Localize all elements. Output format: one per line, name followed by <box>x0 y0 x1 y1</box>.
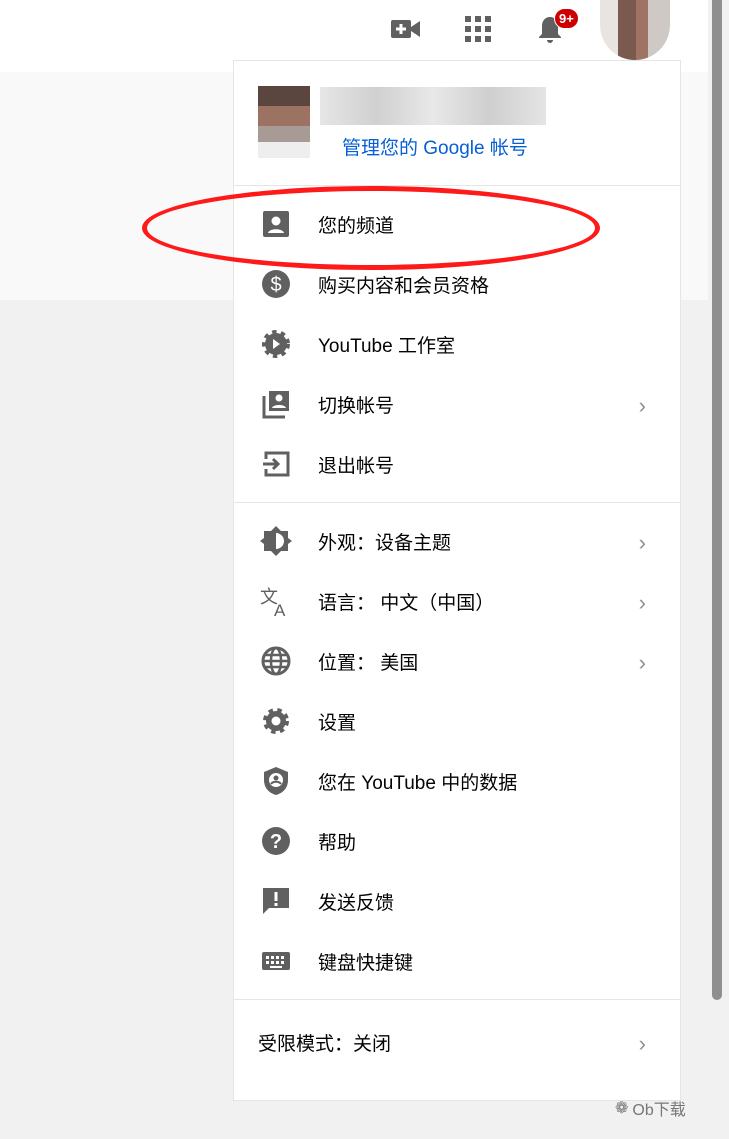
account-avatar <box>258 86 310 158</box>
svg-text:$: $ <box>270 274 281 296</box>
menu-item-sign-out[interactable]: 退出帐号 <box>234 434 680 494</box>
svg-text:?: ? <box>270 831 282 853</box>
menu-item-label: 帮助 <box>318 832 357 854</box>
account-menu: 管理您的 Google 帐号 您的频道 $ 购买内容和会员资格 YouTube 工作室… <box>233 60 681 1101</box>
appearance-icon <box>260 525 292 557</box>
menu-item-account-box[interactable]: 您的频道 <box>234 194 680 254</box>
watermark: ❁ Ob下载 <box>615 1100 686 1119</box>
create-video-icon[interactable] <box>391 14 421 44</box>
menu-item-switch-account[interactable]: 切换帐号 › <box>234 374 680 434</box>
feedback-icon <box>260 885 292 917</box>
account-header: 管理您的 Google 帐号 <box>234 61 680 186</box>
keyboard-icon <box>260 945 292 977</box>
menu-item-label: 设置 <box>318 712 357 734</box>
chevron-right-icon: › <box>638 1031 646 1056</box>
menu-item-label: 键盘快捷键 <box>318 952 414 974</box>
dollar-icon: $ <box>260 268 292 300</box>
menu-section-settings: 外观：设备主题 › 文 A 语言： 中文（中国） › 位置： 美国 › 设置您在 YouTube… <box>234 503 680 1000</box>
help-icon: ? <box>260 825 292 857</box>
shield-icon <box>260 765 292 797</box>
switch-account-icon <box>260 388 292 420</box>
settings-icon <box>260 705 292 737</box>
wechat-icon: ❁ <box>615 1100 629 1117</box>
translate-icon: 文A <box>260 585 292 617</box>
menu-item-label: 您在 YouTube 中的数据 <box>318 772 518 794</box>
chevron-right-icon: › <box>638 530 646 555</box>
menu-item-label: 购买内容和会员资格 <box>318 275 490 297</box>
studio-gear-icon <box>260 328 292 360</box>
svg-text:A: A <box>274 601 286 617</box>
menu-item-keyboard[interactable]: 键盘快捷键 <box>234 931 680 991</box>
menu-item-label: YouTube 工作室 <box>318 335 455 357</box>
apps-grid-icon[interactable] <box>463 14 493 44</box>
menu-item-label: 退出帐号 <box>318 455 395 477</box>
menu-item-restricted-mode[interactable]: 受限模式：关闭 › <box>234 1012 680 1072</box>
scrollbar-thumb[interactable] <box>712 0 722 1000</box>
chevron-right-icon: › <box>638 393 646 418</box>
menu-item-shield[interactable]: 您在 YouTube 中的数据 <box>234 751 680 811</box>
menu-item-label: 受限模式：关闭 <box>258 1033 392 1055</box>
menu-item-appearance[interactable]: 外观：设备主题 › <box>234 511 680 571</box>
globe-icon <box>260 645 292 677</box>
menu-item-dollar[interactable]: $ 购买内容和会员资格 <box>234 254 680 314</box>
menu-item-studio-gear[interactable]: YouTube 工作室 <box>234 314 680 374</box>
menu-item-feedback[interactable]: 发送反馈 <box>234 871 680 931</box>
account-name-blurred <box>320 87 546 125</box>
menu-item-label: 您的频道 <box>318 215 395 237</box>
manage-google-account-link[interactable]: 管理您的 Google 帐号 <box>342 133 528 160</box>
chevron-right-icon: › <box>638 590 646 615</box>
menu-item-label: 外观：设备主题 <box>318 532 452 554</box>
notification-badge: 9+ <box>554 8 579 29</box>
scrollbar[interactable] <box>708 0 729 1139</box>
menu-item-label: 切换帐号 <box>318 395 395 417</box>
menu-item-help[interactable]: ? 帮助 <box>234 811 680 871</box>
account-box-icon <box>260 208 292 240</box>
menu-item-label: 发送反馈 <box>318 892 395 914</box>
menu-item-translate[interactable]: 文 A 语言： 中文（中国） › <box>234 571 680 631</box>
sign-out-icon <box>260 448 292 480</box>
menu-item-label: 位置： 美国 <box>318 652 419 674</box>
menu-item-settings[interactable]: 设置 <box>234 691 680 751</box>
menu-item-globe[interactable]: 位置： 美国 › <box>234 631 680 691</box>
menu-section-account: 您的频道 $ 购买内容和会员资格 YouTube 工作室 切换帐号 › 退出帐号 <box>234 186 680 503</box>
chevron-right-icon: › <box>638 650 646 675</box>
menu-item-label: 语言： 中文（中国） <box>318 592 495 614</box>
